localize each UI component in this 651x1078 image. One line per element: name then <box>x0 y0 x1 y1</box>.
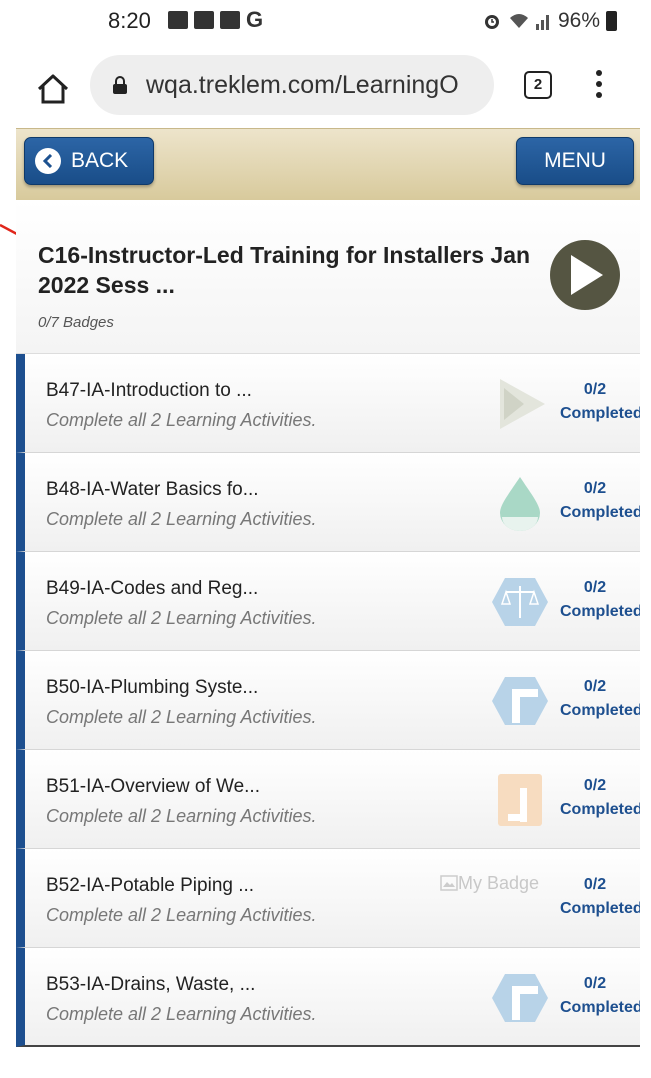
badge-status: Completed <box>560 405 640 422</box>
pipe-icon <box>492 677 548 725</box>
image-icon <box>220 11 240 29</box>
badge-row[interactable]: B48-IA-Water Basics fo... Complete all 2… <box>16 453 640 552</box>
broken-image-icon: My Badge <box>440 873 539 894</box>
badge-count-value: 0/2 <box>583 678 607 695</box>
url-text[interactable]: wqa.treklem.com/LearningO <box>146 71 476 100</box>
badge-row[interactable]: B49-IA-Codes and Reg... Complete all 2 L… <box>16 552 640 651</box>
badge-count-value: 0/2 <box>583 579 607 596</box>
chevron-left-icon <box>35 148 61 174</box>
badge-status: Completed <box>560 900 640 917</box>
badge-count: 0/2 Completed <box>550 576 640 624</box>
pipe-orange-icon <box>498 774 542 826</box>
scales-icon <box>492 578 548 626</box>
signal-icon <box>535 15 549 30</box>
url-bar[interactable]: wqa.treklem.com/LearningO <box>90 55 494 115</box>
browser-toolbar: wqa.treklem.com/LearningO 2 <box>0 42 651 128</box>
badge-status: Completed <box>560 702 640 719</box>
badge-count: 0/2 Completed <box>550 675 640 723</box>
badge-row[interactable]: B51-IA-Overview of We... Complete all 2 … <box>16 750 640 849</box>
google-icon: G <box>246 7 264 32</box>
play-button[interactable] <box>550 240 620 310</box>
badge-status: Completed <box>560 603 640 620</box>
badge-subtitle: Complete all 2 Learning Activities. <box>46 509 317 529</box>
badge-count: 0/2 Completed <box>550 972 640 1020</box>
badge-subtitle: Complete all 2 Learning Activities. <box>46 707 317 727</box>
badge-subtitle: Complete all 2 Learning Activities. <box>46 410 317 430</box>
back-button[interactable]: BACK <box>24 137 154 185</box>
wifi-icon <box>509 14 528 28</box>
badge-title: B47-IA-Introduction to ... <box>46 380 252 401</box>
badge-subtitle: Complete all 2 Learning Activities. <box>46 1004 317 1024</box>
badge-title: B49-IA-Codes and Reg... <box>46 578 259 599</box>
more-options-icon[interactable] <box>596 70 602 102</box>
battery-percent: 96% <box>557 9 600 32</box>
battery-icon <box>606 11 617 31</box>
badge-progress: 0/7 Badges <box>38 314 114 331</box>
course-header: C16-Instructor-Led Training for Installe… <box>16 200 640 354</box>
alarm-icon <box>484 15 499 29</box>
badge-subtitle: Complete all 2 Learning Activities. <box>46 608 317 628</box>
tab-switcher-button[interactable]: 2 <box>524 71 552 99</box>
badge-title: B51-IA-Overview of We... <box>46 776 260 797</box>
badge-count-value: 0/2 <box>583 876 607 893</box>
badge-status: Completed <box>560 999 640 1016</box>
badge-count: 0/2 Completed <box>550 774 640 822</box>
badge-row[interactable]: B53-IA-Drains, Waste, ... Complete all 2… <box>16 948 640 1047</box>
notification-icon <box>194 11 214 29</box>
badge-subtitle: Complete all 2 Learning Activities. <box>46 806 317 826</box>
badge-count: 0/2 Completed <box>550 477 640 525</box>
broken-image-alt: My Badge <box>458 873 540 893</box>
menu-button[interactable]: MENU <box>516 137 634 185</box>
badge-status: Completed <box>560 801 640 818</box>
badge-title: B53-IA-Drains, Waste, ... <box>46 974 256 995</box>
badge-count-value: 0/2 <box>583 975 607 992</box>
badge-status: Completed <box>560 504 640 521</box>
badge-title: B48-IA-Water Basics fo... <box>46 479 259 500</box>
course-title: C16-Instructor-Led Training for Installe… <box>38 242 531 298</box>
badge-title: B50-IA-Plumbing Syste... <box>46 677 259 698</box>
system-status: 96% <box>482 9 617 33</box>
badge-count-value: 0/2 <box>583 480 607 497</box>
lock-icon <box>113 76 127 94</box>
badge-title: B52-IA-Potable Piping ... <box>46 875 255 896</box>
badge-count: 0/2 Completed <box>550 378 640 426</box>
badge-subtitle: Complete all 2 Learning Activities. <box>46 905 317 925</box>
notification-icon <box>168 11 188 29</box>
water-drop-icon <box>500 477 540 531</box>
menu-label: MENU <box>544 149 606 172</box>
status-time: 8:20 <box>108 8 151 33</box>
badge-count-value: 0/2 <box>583 381 607 398</box>
badge-row[interactable]: B50-IA-Plumbing Syste... Complete all 2 … <box>16 651 640 750</box>
badge-row[interactable]: B47-IA-Introduction to ... Complete all … <box>16 354 640 453</box>
badge-list: B47-IA-Introduction to ... Complete all … <box>16 354 640 1047</box>
play-icon <box>571 255 603 295</box>
app-header: BACK MENU <box>16 128 640 200</box>
back-label: BACK <box>71 149 129 172</box>
badge-count-value: 0/2 <box>583 777 607 794</box>
badge-count: 0/2 Completed <box>550 873 640 921</box>
notification-icons: G <box>168 7 264 32</box>
home-icon[interactable] <box>36 72 70 106</box>
status-bar: 8:20 G 96% <box>0 0 651 42</box>
badge-row[interactable]: B52-IA-Potable Piping ... Complete all 2… <box>16 849 640 948</box>
pipe-icon <box>492 974 548 1022</box>
cone-icon <box>500 379 545 429</box>
